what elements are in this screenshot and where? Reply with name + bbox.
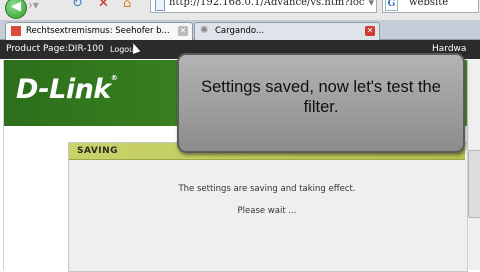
wait-message: Please wait ...: [237, 206, 297, 216]
tab-label: Cargando...: [215, 26, 265, 36]
saving-message: The settings are saving and taking effec…: [178, 184, 356, 194]
bookmark-star-icon[interactable]: ☆: [351, 0, 361, 9]
left-column: [4, 126, 66, 270]
browser-toolbar: ◀ ›▾ ↻ ✕ ⌂ http://192.168.0.1/Advance/vs…: [0, 0, 480, 21]
back-arrow-icon: ◀: [11, 0, 21, 14]
callout-text: Settings saved, now let's test the filte…: [201, 78, 441, 116]
saving-title: SAVING: [77, 146, 119, 156]
home-icon[interactable]: ⌂: [123, 0, 131, 10]
tab-close-icon[interactable]: ✕: [365, 26, 375, 36]
search-box[interactable]: G website: [382, 0, 479, 13]
url-dropdown-icon[interactable]: ▾: [368, 0, 374, 9]
back-button[interactable]: ◀: [5, 0, 27, 19]
dlink-logo: D-Link®: [16, 74, 118, 105]
page-icon: [155, 0, 165, 11]
tab-label: Rechtsextremismus: Seehofer b...: [26, 26, 170, 36]
search-text: website: [409, 0, 449, 8]
scrollbar-thumb[interactable]: [468, 150, 480, 218]
tab-cargando[interactable]: ✺ Cargando... ✕: [194, 22, 380, 40]
stop-icon[interactable]: ✕: [98, 0, 109, 10]
loading-spinner-icon: ✺: [200, 25, 209, 36]
search-engine-icon[interactable]: G: [385, 0, 398, 11]
product-page-label: Product Page:DIR-100: [6, 44, 104, 54]
reload-icon[interactable]: ↻: [72, 0, 83, 10]
tab-favicon-icon: [11, 26, 21, 36]
url-text: http://192.168.0.1/Advance/vs.htm?loc: [169, 0, 365, 8]
forward-arrow-icon: ›▾: [28, 0, 39, 12]
address-bar[interactable]: http://192.168.0.1/Advance/vs.htm?loc ☆ …: [150, 0, 377, 13]
tab-close-icon[interactable]: ✕: [178, 26, 188, 36]
tutorial-callout: Settings saved, now let's test the filte…: [177, 53, 465, 153]
forward-button[interactable]: ›▾: [28, 0, 50, 12]
tab-rechtsextremismus[interactable]: Rechtsextremismus: Seehofer b... ✕: [5, 22, 193, 40]
tab-bar: Rechtsextremismus: Seehofer b... ✕ ✺ Car…: [0, 21, 480, 40]
